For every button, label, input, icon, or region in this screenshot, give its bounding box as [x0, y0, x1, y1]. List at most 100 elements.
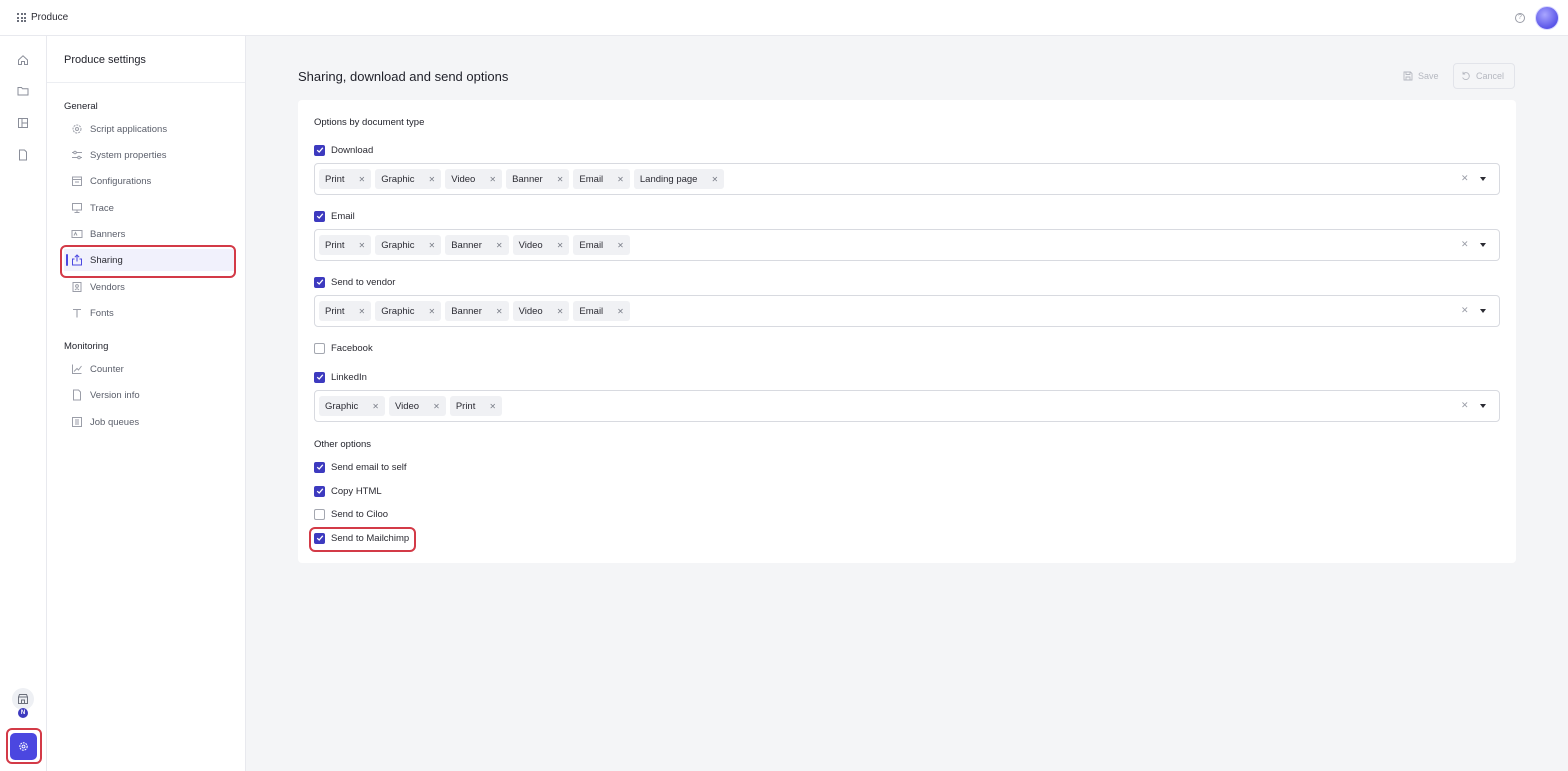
remove-tag-icon[interactable]: ✕ [429, 307, 436, 316]
remove-tag-icon[interactable]: ✕ [711, 175, 718, 184]
remove-tag-icon[interactable]: ✕ [489, 175, 496, 184]
cancel-label: Cancel [1476, 71, 1505, 81]
checkbox[interactable] [314, 276, 325, 288]
remove-tag-icon[interactable]: ✕ [557, 175, 564, 184]
user-avatar[interactable] [1535, 6, 1559, 30]
chevron-down-icon[interactable] [1480, 243, 1486, 247]
group-label-monitoring: Monitoring [64, 341, 109, 352]
remove-tag-icon[interactable]: ✕ [496, 307, 503, 316]
checkbox-send-to-ciloo[interactable]: Send to Ciloo [314, 507, 388, 521]
remove-tag-icon[interactable]: ✕ [429, 241, 436, 250]
sliders-icon [72, 150, 82, 160]
checkbox[interactable] [314, 461, 325, 473]
remove-tag-icon[interactable]: ✕ [489, 402, 496, 411]
checkbox[interactable] [314, 485, 325, 497]
checkbox-email[interactable]: Email [314, 209, 355, 223]
sidebar-item-job-queues[interactable]: Job queues [64, 411, 234, 433]
save-label: Save [1418, 71, 1439, 81]
checkbox-send-email-to-self[interactable]: Send email to self [314, 460, 407, 474]
vendor-icon [72, 282, 82, 292]
apps-grid-icon[interactable] [17, 13, 26, 22]
remove-tag-icon[interactable]: ✕ [359, 307, 366, 316]
clear-icon[interactable]: ✕ [1461, 173, 1469, 184]
checkbox-copy-html[interactable]: Copy HTML [314, 484, 382, 498]
queue-icon [72, 417, 82, 427]
sidebar-item-configurations[interactable]: Configurations [64, 170, 234, 192]
sidebar-item-label: Configurations [90, 175, 152, 187]
remove-tag-icon[interactable]: ✕ [557, 241, 564, 250]
sidebar-item-label: Trace [90, 202, 114, 214]
folder-icon[interactable] [17, 85, 29, 97]
tag: Print ✕ [319, 235, 372, 255]
sidebar-item-system-properties[interactable]: System properties [64, 144, 234, 166]
checkbox-label: Send to Ciloo [331, 508, 389, 520]
remove-tag-icon[interactable]: ✕ [496, 241, 503, 250]
tag-label: Landing page [639, 173, 698, 185]
tag: Graphic ✕ [319, 396, 385, 416]
sidebar-item-label: Counter [90, 363, 124, 375]
undo-icon [1462, 71, 1470, 81]
remove-tag-icon[interactable]: ✕ [359, 175, 366, 184]
remove-tag-icon[interactable]: ✕ [433, 402, 440, 411]
multiselect-download[interactable]: Print ✕ Graphic ✕ Video ✕ Banner ✕ Email ✕ La… [314, 163, 1500, 195]
checkbox-linkedin[interactable]: LinkedIn [314, 370, 367, 384]
clear-icon[interactable]: ✕ [1461, 400, 1469, 411]
tag-label: Banner [451, 305, 482, 317]
clear-icon[interactable]: ✕ [1461, 239, 1469, 250]
notification-badge: N [18, 708, 28, 718]
remove-tag-icon[interactable]: ✕ [617, 307, 624, 316]
cancel-button[interactable]: Cancel [1453, 63, 1515, 89]
tag: Email ✕ [573, 169, 630, 189]
remove-tag-icon[interactable]: ✕ [557, 307, 564, 316]
checkbox[interactable] [314, 342, 325, 354]
sidebar-item-label: Vendors [90, 281, 125, 293]
layout-icon[interactable] [17, 117, 29, 129]
sidebar-item-label: Script applications [90, 123, 168, 135]
mailchimp-highlight [309, 527, 416, 552]
sidebar-item-version-info[interactable]: Version info [64, 384, 234, 406]
tag: Video ✕ [388, 396, 446, 416]
store-button[interactable] [12, 688, 34, 710]
tag-label: Graphic [381, 305, 415, 317]
multiselect-send-to-vendor[interactable]: Print ✕ Graphic ✕ Banner ✕ Video ✕ Email ✕ ✕ [314, 295, 1500, 327]
sidebar-item-fonts[interactable]: Fonts [64, 302, 234, 324]
multiselect-linkedin[interactable]: Graphic ✕ Video ✕ Print ✕ ✕ [314, 390, 1500, 422]
icon-rail: N [0, 36, 47, 771]
home-icon[interactable] [17, 54, 29, 66]
sidebar-item-vendors[interactable]: Vendors [64, 276, 234, 298]
remove-tag-icon[interactable]: ✕ [429, 175, 436, 184]
sidebar-item-trace[interactable]: Trace [64, 197, 234, 219]
remove-tag-icon[interactable]: ✕ [359, 241, 366, 250]
chevron-down-icon[interactable] [1480, 309, 1486, 313]
help-icon[interactable]: ? [1515, 13, 1525, 23]
chevron-down-icon[interactable] [1480, 404, 1486, 408]
multiselect-email[interactable]: Print ✕ Graphic ✕ Banner ✕ Video ✕ Email ✕ ✕ [314, 229, 1500, 261]
tag-label: Email [579, 305, 604, 317]
settings-sidebar: Produce settings General Script applicat… [47, 36, 246, 771]
checkbox[interactable] [314, 144, 325, 156]
sidebar-item-banners[interactable]: Banners [64, 223, 234, 245]
clear-icon[interactable]: ✕ [1461, 305, 1469, 316]
tag: Video ✕ [445, 169, 503, 189]
sidebar-item-counter[interactable]: Counter [64, 358, 234, 380]
app-title[interactable]: Produce [31, 12, 68, 23]
sidebar-item-script-applications[interactable]: Script applications [64, 118, 234, 140]
document-icon[interactable] [17, 149, 29, 161]
remove-tag-icon[interactable]: ✕ [617, 241, 624, 250]
tag: Banner ✕ [445, 235, 509, 255]
remove-tag-icon[interactable]: ✕ [617, 175, 624, 184]
chevron-down-icon[interactable] [1480, 177, 1486, 181]
checkbox-facebook[interactable]: Facebook [314, 341, 373, 355]
checkbox-download[interactable]: Download [314, 143, 373, 157]
checkbox[interactable] [314, 508, 325, 520]
checkbox[interactable] [314, 371, 325, 383]
checkbox[interactable] [314, 210, 325, 222]
store-icon [18, 694, 28, 704]
remove-tag-icon[interactable]: ✕ [372, 402, 379, 411]
tag-label: Graphic [381, 173, 415, 185]
trace-icon [72, 203, 82, 213]
checkbox-label: Send email to self [331, 461, 407, 473]
save-button[interactable]: Save [1398, 63, 1446, 89]
top-bar: Produce ? [0, 0, 1568, 36]
checkbox-send-to-vendor[interactable]: Send to vendor [314, 275, 395, 289]
